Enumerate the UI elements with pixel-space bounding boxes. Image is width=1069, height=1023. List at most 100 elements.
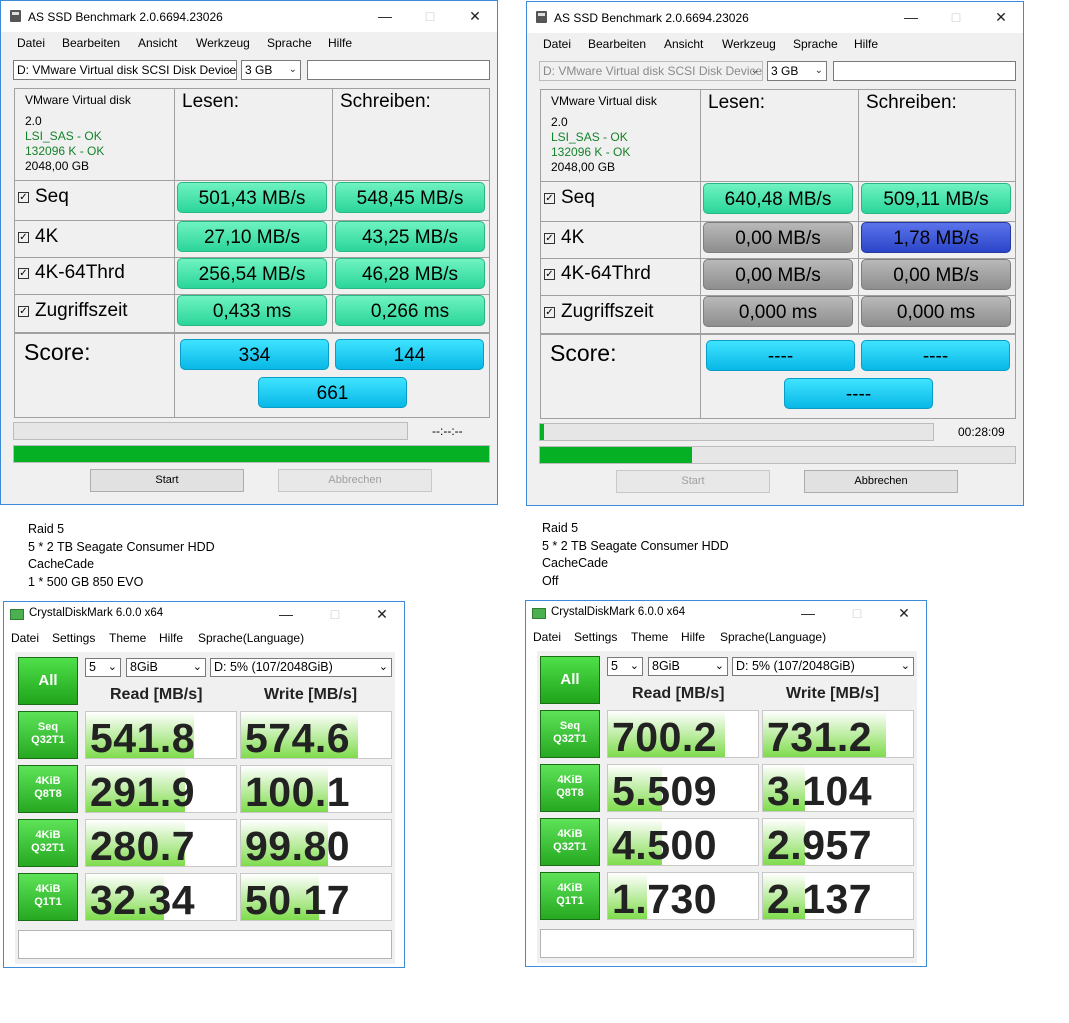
score-read: 334 — [180, 339, 329, 370]
menu-hilfe[interactable]: Hilfe — [854, 37, 878, 51]
menu-bearbeiten[interactable]: Bearbeiten — [62, 36, 120, 50]
cdm-body: All 5 ⌄ 8GiB ⌄ D: 5% (107/2048GiB) ⌄ Read [… — [537, 651, 917, 963]
cancel-button[interactable]: Abbrechen — [804, 470, 958, 493]
row-label: 4K — [561, 227, 585, 248]
test-4kib-q8t8-button[interactable]: 4KiB Q8T8 — [18, 765, 78, 813]
menu-werkzeug[interactable]: Werkzeug — [196, 36, 250, 50]
result-value: 2.137 — [767, 876, 873, 920]
minimize-icon[interactable]: — — [901, 7, 921, 27]
test-4kib-q1t1-button[interactable]: 4KiB Q1T1 — [18, 873, 78, 921]
menu-ansicht[interactable]: Ansicht — [138, 36, 177, 50]
row-access[interactable]: ✓ Zugriffszeit — [18, 300, 128, 322]
test-label: 4KiB — [35, 883, 61, 895]
menu-sprache[interactable]: Sprache — [793, 37, 838, 51]
menu-ansicht[interactable]: Ansicht — [664, 37, 703, 51]
test-4kib-q1t1-button[interactable]: 4KiB Q1T1 — [540, 872, 600, 920]
result-read: 700.2 — [607, 710, 759, 758]
close-icon[interactable]: ✕ — [372, 604, 392, 624]
row-seq[interactable]: ✓ Seq — [18, 186, 69, 208]
test-seq-q32t1-button[interactable]: Seq Q32T1 — [540, 710, 600, 758]
menu-hilfe[interactable]: Hilfe — [681, 630, 705, 644]
menu-theme[interactable]: Theme — [109, 631, 146, 645]
close-icon[interactable]: ✕ — [465, 6, 485, 26]
minimize-icon[interactable]: — — [276, 604, 296, 624]
menu-theme[interactable]: Theme — [631, 630, 668, 644]
size-select[interactable]: 3 GB ⌄ — [241, 60, 301, 80]
drive-select[interactable]: D: 5% (107/2048GiB) ⌄ — [210, 658, 392, 677]
all-button[interactable]: All — [18, 657, 78, 705]
menu-sprache[interactable]: Sprache — [267, 36, 312, 50]
menu-settings[interactable]: Settings — [574, 630, 617, 644]
drive-select[interactable]: D: 5% (107/2048GiB) ⌄ — [732, 657, 914, 676]
start-button[interactable]: Start — [90, 469, 244, 492]
size-select[interactable]: 8GiB ⌄ — [126, 658, 206, 677]
comment-field[interactable] — [18, 930, 392, 959]
checkbox-icon[interactable]: ✓ — [18, 268, 29, 279]
minimize-icon[interactable]: — — [798, 603, 818, 623]
checkbox-icon[interactable]: ✓ — [18, 192, 29, 203]
test-label: Q8T8 — [556, 787, 584, 799]
comment-field[interactable] — [540, 929, 914, 958]
menu-bearbeiten[interactable]: Bearbeiten — [588, 37, 646, 51]
menu-datei[interactable]: Datei — [11, 631, 39, 645]
close-icon[interactable]: ✕ — [894, 603, 914, 623]
seq-read-value: 501,43 MB/s — [177, 182, 327, 213]
drive-select[interactable]: D: VMware Virtual disk SCSI Disk Device ⌄ — [539, 61, 763, 81]
size-select[interactable]: 8GiB ⌄ — [648, 657, 728, 676]
driver-status: LSI_SAS - OK — [25, 129, 102, 143]
read-header: Lesen: — [708, 92, 766, 113]
drive-info: VMware Virtual disk 2.0 LSI_SAS - OK 132… — [25, 93, 131, 174]
checkbox-icon[interactable]: ✓ — [544, 269, 555, 280]
start-button[interactable]: Start — [616, 470, 770, 493]
total-progress-bar — [13, 445, 490, 463]
row-4k64[interactable]: ✓ 4K-64Thrd — [544, 263, 651, 285]
note-line: 5 * 2 TB Seagate Consumer HDD — [542, 538, 729, 553]
row-4k64[interactable]: ✓ 4K-64Thrd — [18, 262, 125, 284]
text-field[interactable] — [307, 60, 490, 80]
row-access[interactable]: ✓ Zugriffszeit — [544, 301, 654, 323]
chevron-down-icon: ⌄ — [107, 661, 117, 673]
test-4kib-q32t1-button[interactable]: 4KiB Q32T1 — [18, 819, 78, 867]
cancel-button[interactable]: Abbrechen — [278, 469, 432, 492]
test-seq-q32t1-button[interactable]: Seq Q32T1 — [18, 711, 78, 759]
all-button[interactable]: All — [540, 656, 600, 704]
checkbox-icon[interactable]: ✓ — [544, 307, 555, 318]
menu-settings[interactable]: Settings — [52, 631, 95, 645]
result-value: 1.730 — [612, 876, 718, 920]
menu-datei[interactable]: Datei — [533, 630, 561, 644]
score-label: Score: — [24, 339, 91, 365]
menu-hilfe[interactable]: Hilfe — [328, 36, 352, 50]
checkbox-icon[interactable]: ✓ — [544, 233, 555, 244]
size-select[interactable]: 3 GB ⌄ — [767, 61, 827, 81]
drive-value: D: VMware Virtual disk SCSI Disk Device — [17, 63, 237, 77]
result-write: 2.957 — [762, 818, 914, 866]
menu-datei[interactable]: Datei — [17, 36, 45, 50]
test-label: Q1T1 — [556, 895, 584, 907]
checkbox-icon[interactable]: ✓ — [18, 306, 29, 317]
row-seq[interactable]: ✓ Seq — [544, 187, 595, 209]
score-write: ---- — [861, 340, 1010, 371]
drive-info: VMware Virtual disk 2.0 LSI_SAS - OK 132… — [551, 94, 657, 175]
row-4k[interactable]: ✓ 4K — [18, 226, 58, 248]
menu-language[interactable]: Sprache(Language) — [720, 630, 826, 644]
menu-datei[interactable]: Datei — [543, 37, 571, 51]
text-field[interactable] — [833, 61, 1016, 81]
menu-werkzeug[interactable]: Werkzeug — [722, 37, 776, 51]
chevron-down-icon: ⌄ — [288, 64, 297, 75]
checkbox-icon[interactable]: ✓ — [544, 193, 555, 204]
row-4k[interactable]: ✓ 4K — [544, 227, 584, 249]
count-select[interactable]: 5 ⌄ — [607, 657, 643, 676]
test-label: Seq — [559, 720, 581, 732]
test-4kib-q32t1-button[interactable]: 4KiB Q32T1 — [540, 818, 600, 866]
chevron-down-icon: ⌄ — [900, 660, 910, 672]
result-value: 100.1 — [245, 769, 351, 813]
menu-hilfe[interactable]: Hilfe — [159, 631, 183, 645]
app-icon — [536, 11, 547, 23]
test-4kib-q8t8-button[interactable]: 4KiB Q8T8 — [540, 764, 600, 812]
drive-select[interactable]: D: VMware Virtual disk SCSI Disk Device ⌄ — [13, 60, 237, 80]
close-icon[interactable]: ✕ — [991, 7, 1011, 27]
minimize-icon[interactable]: — — [375, 6, 395, 26]
menu-language[interactable]: Sprache(Language) — [198, 631, 304, 645]
checkbox-icon[interactable]: ✓ — [18, 232, 29, 243]
count-select[interactable]: 5 ⌄ — [85, 658, 121, 677]
